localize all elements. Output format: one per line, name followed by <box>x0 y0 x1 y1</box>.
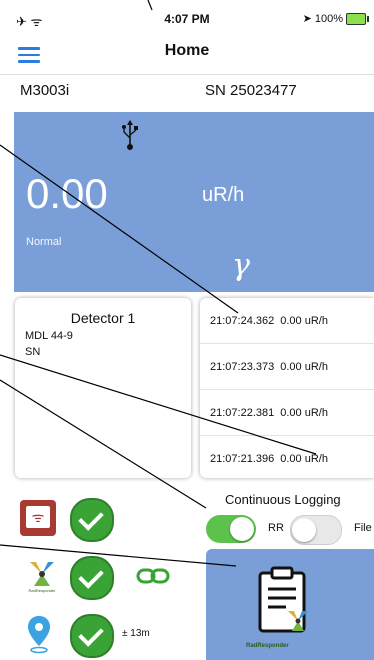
detector-title: Detector 1 <box>70 310 136 326</box>
battery-icon <box>346 12 369 25</box>
page-title: Home <box>164 42 210 59</box>
log-time: 21:07:24.362 <box>210 314 275 327</box>
detector-card[interactable]: Detector 1 MDL 44-9 SN <box>15 298 191 478</box>
link-icon[interactable] <box>136 568 170 584</box>
svg-text:RadResponder: RadResponder <box>29 588 57 593</box>
radresponder-check-icon <box>70 556 114 600</box>
radresponder-report-button[interactable]: RadResponder <box>206 549 374 660</box>
usb-icon <box>122 120 138 150</box>
gps-accuracy: ± 13m <box>122 628 150 639</box>
alarm-status: Normal <box>26 236 62 248</box>
radresponder-icon[interactable]: RadResponder <box>22 558 62 594</box>
wifi-device-icon[interactable]: ᯤ <box>20 500 56 536</box>
status-right: ➤ 100% <box>302 12 369 25</box>
rr-toggle[interactable] <box>206 515 256 543</box>
log-time: 21:07:23.373 <box>210 360 275 373</box>
gamma-symbol: γ <box>232 248 250 283</box>
list-item: 21:07:21.396 0.00 uR/h <box>200 436 374 478</box>
continuous-logging-label: Continuous Logging <box>225 492 341 507</box>
location-pin-icon[interactable] <box>26 614 52 654</box>
log-list[interactable]: 21:07:24.362 0.00 uR/h 21:07:23.373 0.00… <box>200 298 374 478</box>
list-item: 21:07:23.373 0.00 uR/h <box>200 344 374 390</box>
device-serial: SN 25023477 <box>205 82 297 99</box>
readout-panel: 0.00 uR/h Normal γ <box>14 112 374 292</box>
location-arrow-icon: ➤ <box>302 13 312 25</box>
log-time: 21:07:22.381 <box>210 406 275 419</box>
clipboard-icon <box>258 566 308 633</box>
list-item: 21:07:22.381 0.00 uR/h <box>200 390 374 436</box>
file-toggle-label: File <box>354 522 372 534</box>
log-value: 0.00 uR/h <box>280 452 328 465</box>
dose-rate-unit: uR/h <box>202 184 245 206</box>
log-time: 21:07:21.396 <box>210 452 275 465</box>
nav-bar: Home <box>0 34 374 75</box>
list-item: 21:07:24.362 0.00 uR/h <box>200 298 374 344</box>
log-value: 0.00 uR/h <box>280 314 328 327</box>
detector-mdl: MDL 44-9 <box>25 330 73 342</box>
device-model: M3003i <box>20 82 70 99</box>
rr-toggle-label: RR <box>268 522 284 534</box>
connection-check-icon <box>70 498 114 542</box>
detector-sn: SN <box>25 346 41 358</box>
file-toggle[interactable] <box>290 515 342 545</box>
gps-check-icon <box>70 614 114 658</box>
log-value: 0.00 uR/h <box>280 360 328 373</box>
battery-percent: 100% <box>314 12 343 25</box>
radresponder-label: RadResponder <box>246 643 289 649</box>
log-value: 0.00 uR/h <box>280 406 328 419</box>
dose-rate-value: 0.00 <box>26 170 108 217</box>
